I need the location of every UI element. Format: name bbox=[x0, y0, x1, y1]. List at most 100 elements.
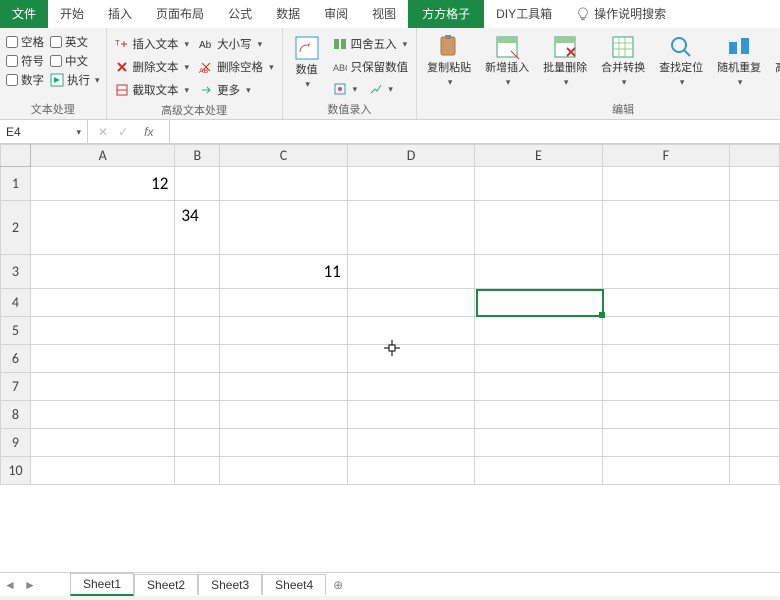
col-F[interactable]: F bbox=[602, 145, 729, 167]
btn-round[interactable]: 四舍五入▾ bbox=[331, 34, 411, 54]
ribbon: 空格 符号 数字 英文 中文 执行▾ 文本处理 ᵀ插入文本▾ 删除文本▾ 截取文… bbox=[0, 28, 780, 120]
num-icon bbox=[293, 34, 321, 62]
btn-batchdel[interactable]: 批量删除▾ bbox=[539, 32, 591, 99]
btn-merge[interactable]: 合并转换▾ bbox=[597, 32, 649, 99]
sheet-tab-1[interactable]: Sheet1 bbox=[70, 573, 134, 596]
formula-bar: E4▾ ✕ ✓ fx bbox=[0, 120, 780, 144]
cell-A1[interactable]: 12 bbox=[30, 167, 174, 201]
btn-case[interactable]: Ab大小写▾ bbox=[197, 34, 276, 54]
group-edit: 复制粘贴▾ 新增插入▾ 批量删除▾ 合并转换▾ 查找定位▾ 随机重复▾ AZ高级… bbox=[417, 28, 780, 119]
tab-review[interactable]: 审阅 bbox=[312, 0, 360, 28]
group-text-processing: 空格 符号 数字 英文 中文 执行▾ 文本处理 bbox=[0, 28, 107, 119]
delete-text-icon bbox=[115, 60, 129, 74]
chk-symbol[interactable]: 符号 bbox=[6, 53, 44, 69]
chk-number[interactable]: 数字 bbox=[6, 72, 44, 88]
case-icon: Ab bbox=[199, 37, 213, 51]
confirm-icon[interactable]: ✓ bbox=[118, 125, 128, 139]
col-B[interactable]: B bbox=[175, 145, 220, 167]
numtools-icon bbox=[333, 82, 347, 96]
sheet-tab-2[interactable]: Sheet2 bbox=[134, 574, 198, 595]
more-icon bbox=[199, 83, 213, 97]
group-title-edit: 编辑 bbox=[423, 99, 780, 117]
worksheet-grid[interactable]: A B C D E F 112 2 34 3 11 4 5 6 7 8 9 10 bbox=[0, 144, 780, 552]
btn-rand[interactable]: 随机重复▾ bbox=[713, 32, 765, 99]
merge-icon bbox=[610, 34, 636, 60]
tab-home[interactable]: 开始 bbox=[48, 0, 96, 28]
btn-exec[interactable]: 执行▾ bbox=[50, 72, 100, 88]
tab-layout[interactable]: 页面布局 bbox=[144, 0, 216, 28]
tab-insert[interactable]: 插入 bbox=[96, 0, 144, 28]
col-D[interactable]: D bbox=[347, 145, 474, 167]
btn-sort[interactable]: AZ高级排序▾ bbox=[771, 32, 780, 99]
exec-icon bbox=[50, 73, 64, 87]
btn-insert-text[interactable]: ᵀ插入文本▾ bbox=[113, 34, 192, 54]
row-5[interactable]: 5 bbox=[1, 317, 31, 345]
btn-delete-text[interactable]: 删除文本▾ bbox=[113, 57, 192, 77]
extract-text-icon bbox=[115, 83, 129, 97]
sheet-nav-next[interactable]: ► bbox=[20, 578, 40, 592]
round-icon bbox=[333, 37, 347, 51]
fx-icon[interactable]: fx bbox=[138, 125, 159, 139]
col-A[interactable]: A bbox=[30, 145, 174, 167]
col-E[interactable]: E bbox=[475, 145, 602, 167]
delspace-icon: AB bbox=[199, 60, 213, 74]
bulb-icon bbox=[576, 7, 590, 21]
sheet-tab-bar: ◄ ► Sheet1 Sheet2 Sheet3 Sheet4 ⊕ bbox=[0, 572, 780, 596]
batchdel-icon bbox=[552, 34, 578, 60]
row-9[interactable]: 9 bbox=[1, 429, 31, 457]
group-title-num: 数值录入 bbox=[289, 99, 411, 117]
btn-more[interactable]: 更多▾ bbox=[197, 80, 276, 100]
col-C[interactable]: C bbox=[220, 145, 348, 167]
chk-space[interactable]: 空格 bbox=[6, 34, 44, 50]
cancel-icon[interactable]: ✕ bbox=[98, 125, 108, 139]
cell-E4[interactable] bbox=[475, 289, 602, 317]
tab-diy[interactable]: DIY工具箱 bbox=[484, 0, 564, 28]
tab-data[interactable]: 数据 bbox=[264, 0, 312, 28]
name-box[interactable]: E4▾ bbox=[0, 120, 88, 144]
sheet-tab-3[interactable]: Sheet3 bbox=[198, 574, 262, 595]
row-7[interactable]: 7 bbox=[1, 373, 31, 401]
menu-tabs: 文件 开始 插入 页面布局 公式 数据 审阅 视图 方方格子 DIY工具箱 操作… bbox=[0, 0, 780, 28]
svg-text:ᵀ: ᵀ bbox=[115, 39, 120, 51]
chk-en[interactable]: 英文 bbox=[50, 34, 100, 50]
find-icon bbox=[668, 34, 694, 60]
row-2[interactable]: 2 bbox=[1, 201, 31, 255]
tab-formula[interactable]: 公式 bbox=[216, 0, 264, 28]
row-8[interactable]: 8 bbox=[1, 401, 31, 429]
btn-delete-space[interactable]: AB删除空格▾ bbox=[197, 57, 276, 77]
add-sheet-button[interactable]: ⊕ bbox=[326, 578, 350, 592]
svg-text:AB: AB bbox=[199, 68, 209, 74]
chk-cn[interactable]: 中文 bbox=[50, 53, 100, 69]
cell-C3[interactable]: 11 bbox=[220, 255, 348, 289]
group-title-text: 文本处理 bbox=[6, 99, 100, 117]
select-all-corner[interactable] bbox=[1, 145, 31, 167]
btn-num[interactable]: 数值▾ bbox=[289, 32, 325, 99]
tab-view[interactable]: 视图 bbox=[360, 0, 408, 28]
row-4[interactable]: 4 bbox=[1, 289, 31, 317]
tab-file[interactable]: 文件 bbox=[0, 0, 48, 28]
col-next[interactable] bbox=[730, 145, 780, 167]
btn-extract-text[interactable]: 截取文本▾ bbox=[113, 80, 192, 100]
btn-copypaste[interactable]: 复制粘贴▾ bbox=[423, 32, 475, 99]
row-3[interactable]: 3 bbox=[1, 255, 31, 289]
keepnum-icon: ABC bbox=[333, 60, 347, 74]
svg-text:Ab: Ab bbox=[199, 40, 212, 51]
btn-keepnum[interactable]: ABC只保留数值 bbox=[331, 57, 411, 77]
formula-input[interactable] bbox=[170, 121, 780, 143]
newinsert-icon bbox=[494, 34, 520, 60]
group-num-entry: 数值▾ 四舍五入▾ ABC只保留数值 ▾ ▾ 数值录入 bbox=[283, 28, 418, 119]
tab-fangfang[interactable]: 方方格子 bbox=[408, 0, 484, 28]
insert-text-icon: ᵀ bbox=[115, 37, 129, 51]
btn-newinsert[interactable]: 新增插入▾ bbox=[481, 32, 533, 99]
row-6[interactable]: 6 bbox=[1, 345, 31, 373]
row-10[interactable]: 10 bbox=[1, 457, 31, 485]
sheet-nav-prev[interactable]: ◄ bbox=[0, 578, 20, 592]
cell-B2[interactable]: 34 bbox=[175, 201, 220, 255]
copypaste-icon bbox=[436, 34, 462, 60]
row-1[interactable]: 1 bbox=[1, 167, 31, 201]
group-title-advtext: 高级文本处理 bbox=[113, 100, 276, 118]
btn-numtools[interactable]: ▾ ▾ bbox=[331, 80, 411, 98]
btn-find[interactable]: 查找定位▾ bbox=[655, 32, 707, 99]
tab-help[interactable]: 操作说明搜索 bbox=[564, 0, 678, 28]
sheet-tab-4[interactable]: Sheet4 bbox=[262, 574, 326, 595]
